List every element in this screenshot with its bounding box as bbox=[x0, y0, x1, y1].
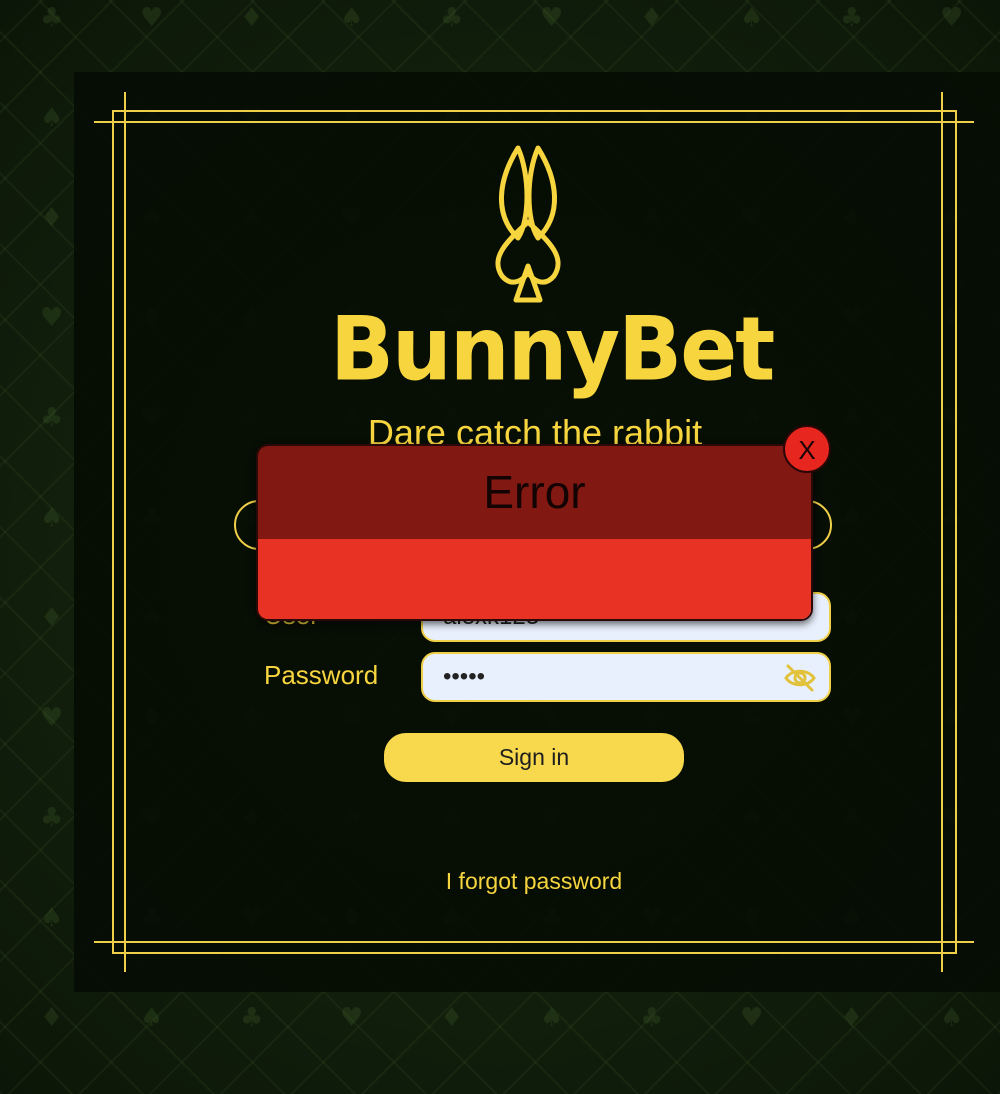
suit-pattern-glyph: ♠ bbox=[540, 1003, 564, 1033]
suit-pattern-glyph: ♣ bbox=[240, 1003, 264, 1033]
bunny-spade-icon bbox=[495, 145, 561, 303]
suit-pattern-glyph: ♣ bbox=[40, 3, 64, 33]
suit-pattern-glyph: ♠ bbox=[340, 3, 364, 33]
suit-pattern-glyph: ♥ bbox=[540, 3, 564, 33]
frame-line-right-outer bbox=[941, 92, 943, 972]
suit-pattern-glyph: ♥ bbox=[40, 303, 64, 333]
suit-pattern-glyph: ♦ bbox=[240, 3, 264, 33]
suit-pattern-glyph: ♥ bbox=[140, 3, 164, 33]
frame-line-bottom-inner bbox=[112, 952, 956, 954]
frame-line-top-outer bbox=[94, 121, 974, 123]
error-modal-title: Error bbox=[258, 446, 811, 539]
forgot-password-link[interactable]: I forgot password bbox=[400, 868, 668, 895]
suit-pattern-glyph: ♥ bbox=[340, 1003, 364, 1033]
suit-pattern-glyph: ♦ bbox=[440, 1003, 464, 1033]
suit-pattern-glyph: ♣ bbox=[40, 803, 64, 833]
suit-pattern-glyph: ♣ bbox=[640, 1003, 664, 1033]
suit-pattern-glyph: ♠ bbox=[940, 1003, 964, 1033]
suit-pattern-glyph: ♥ bbox=[740, 1003, 764, 1033]
error-modal: Error bbox=[256, 444, 813, 621]
sign-in-button[interactable]: Sign in bbox=[384, 733, 684, 782]
suit-pattern-glyph: ♦ bbox=[40, 203, 64, 233]
brand-name: BunnyBet bbox=[330, 297, 775, 401]
suit-pattern-glyph: ♠ bbox=[40, 503, 64, 533]
password-input-value: ••••• bbox=[443, 663, 486, 690]
password-label: Password bbox=[264, 660, 379, 690]
frame-line-left-inner bbox=[112, 110, 114, 954]
suit-pattern-glyph: ♦ bbox=[640, 3, 664, 33]
suit-pattern-glyph: ♠ bbox=[740, 3, 764, 33]
suit-pattern-glyph: ♠ bbox=[40, 903, 64, 933]
suit-pattern-glyph: ♦ bbox=[40, 603, 64, 633]
suit-pattern-glyph: ♠ bbox=[40, 103, 64, 133]
suit-pattern-glyph: ♣ bbox=[840, 3, 864, 33]
eye-slash-icon[interactable] bbox=[783, 663, 817, 693]
suit-pattern-glyph: ♥ bbox=[40, 703, 64, 733]
error-modal-message bbox=[258, 539, 811, 619]
frame-line-right-inner bbox=[955, 110, 957, 954]
suit-pattern-glyph: ♣ bbox=[40, 403, 64, 433]
suit-pattern-glyph: ♦ bbox=[840, 1003, 864, 1033]
close-modal-button[interactable]: X bbox=[783, 425, 831, 473]
suit-pattern-glyph: ♣ bbox=[440, 3, 464, 33]
suit-pattern-glyph: ♠ bbox=[140, 1003, 164, 1033]
frame-line-bottom-outer bbox=[94, 941, 974, 943]
suit-pattern-glyph: ♦ bbox=[40, 1003, 64, 1033]
suit-pattern-glyph: ♥ bbox=[940, 3, 964, 33]
password-input[interactable]: ••••• bbox=[421, 652, 831, 702]
frame-line-top-inner bbox=[112, 110, 956, 112]
frame-line-left-outer bbox=[124, 92, 126, 972]
